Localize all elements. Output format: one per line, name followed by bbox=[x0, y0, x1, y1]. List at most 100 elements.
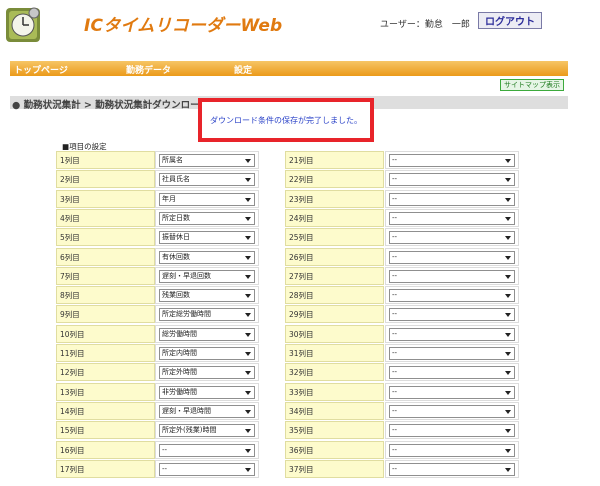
chevron-down-icon bbox=[505, 197, 511, 202]
chevron-down-icon bbox=[505, 159, 511, 163]
column-select[interactable]: 振替休日 bbox=[159, 231, 255, 245]
column-select-cell: -- bbox=[385, 170, 519, 189]
column-label: 28列目 bbox=[285, 286, 384, 305]
column-select[interactable]: -- bbox=[389, 173, 515, 187]
column-select-value: 年月 bbox=[162, 194, 176, 203]
column-select[interactable]: 年月 bbox=[159, 192, 255, 206]
column-select-cell: -- bbox=[385, 344, 519, 362]
chevron-down-icon bbox=[245, 197, 251, 202]
column-select-cell: -- bbox=[385, 363, 519, 382]
column-select[interactable]: -- bbox=[389, 327, 515, 341]
column-select[interactable]: -- bbox=[159, 443, 255, 457]
column-select[interactable]: 非労働時間 bbox=[159, 385, 255, 399]
chevron-down-icon bbox=[505, 352, 511, 356]
column-select[interactable]: -- bbox=[389, 289, 515, 303]
column-select[interactable]: 所属名 bbox=[159, 154, 255, 167]
column-select[interactable]: 遅刻・早退時間 bbox=[159, 404, 255, 418]
chevron-down-icon bbox=[505, 448, 511, 453]
column-select-value: -- bbox=[392, 310, 398, 319]
column-select-cell: 非労働時間 bbox=[155, 382, 259, 401]
column-select-cell: 所属名 bbox=[155, 151, 259, 169]
sitemap-button[interactable]: サイトマップ表示 bbox=[500, 79, 564, 91]
chevron-down-icon bbox=[505, 274, 511, 279]
nav-top-page[interactable]: トップページ bbox=[14, 63, 68, 76]
column-label: 34列目 bbox=[285, 401, 384, 420]
column-select-cell: 所定総労働時間 bbox=[155, 305, 259, 324]
column-select-cell: 所定日数 bbox=[155, 208, 259, 227]
column-label: 33列目 bbox=[285, 382, 384, 401]
column-label: 31列目 bbox=[285, 344, 384, 362]
column-select[interactable]: 総労働時間 bbox=[159, 327, 255, 341]
app-title: ICタイムリコーダーWeb bbox=[84, 16, 283, 36]
column-select-value: -- bbox=[392, 464, 398, 473]
column-label: 30列目 bbox=[285, 324, 384, 343]
column-select-value: -- bbox=[162, 464, 168, 473]
chevron-down-icon bbox=[245, 352, 251, 356]
chevron-down-icon bbox=[505, 294, 511, 299]
column-select[interactable]: -- bbox=[389, 385, 515, 399]
column-select[interactable]: -- bbox=[159, 462, 255, 476]
column-select-value: 社員氏名 bbox=[162, 175, 190, 184]
column-label: 16列目 bbox=[56, 440, 155, 459]
column-select-cell: 所定外時間 bbox=[155, 363, 259, 382]
chevron-down-icon bbox=[245, 294, 251, 299]
column-select[interactable]: 所定総労働時間 bbox=[159, 308, 255, 322]
column-select[interactable]: -- bbox=[389, 366, 515, 380]
column-select[interactable]: -- bbox=[389, 231, 515, 245]
column-select-cell: 残業回数 bbox=[155, 286, 259, 305]
chevron-down-icon bbox=[245, 255, 251, 260]
column-select[interactable]: -- bbox=[389, 308, 515, 322]
column-select-cell: 所定内時間 bbox=[155, 344, 259, 362]
column-select[interactable]: -- bbox=[389, 250, 515, 264]
column-select[interactable]: 残業回数 bbox=[159, 289, 255, 303]
chevron-down-icon bbox=[245, 429, 251, 434]
column-label: 13列目 bbox=[56, 382, 155, 401]
nav-work-data[interactable]: 勤務データ bbox=[126, 63, 171, 76]
column-select-cell: -- bbox=[385, 382, 519, 401]
column-select[interactable]: 有休回数 bbox=[159, 250, 255, 264]
column-select-value: -- bbox=[392, 213, 398, 222]
logout-button[interactable]: ログアウト bbox=[478, 12, 542, 29]
column-label: 3列目 bbox=[56, 189, 155, 208]
chevron-down-icon bbox=[245, 467, 251, 472]
column-select[interactable]: -- bbox=[389, 404, 515, 418]
nav-settings[interactable]: 設定 bbox=[234, 63, 252, 76]
column-select[interactable]: -- bbox=[389, 424, 515, 438]
column-label: 7列目 bbox=[56, 266, 155, 285]
chevron-down-icon bbox=[245, 313, 251, 318]
column-label: 5列目 bbox=[56, 228, 155, 247]
column-select-value: -- bbox=[162, 445, 168, 454]
column-select-value: -- bbox=[392, 368, 398, 377]
column-select-value: 所定日数 bbox=[162, 213, 190, 222]
column-select[interactable]: -- bbox=[389, 211, 515, 225]
chevron-down-icon bbox=[245, 178, 251, 183]
column-select-cell: 所定外(残業)時間 bbox=[155, 421, 259, 440]
chevron-down-icon bbox=[245, 216, 251, 221]
column-select[interactable]: -- bbox=[389, 347, 515, 360]
column-select[interactable]: 所定外(残業)時間 bbox=[159, 424, 255, 438]
chevron-down-icon bbox=[505, 178, 511, 183]
chevron-down-icon bbox=[245, 409, 251, 414]
column-select[interactable]: 遅刻・早退回数 bbox=[159, 269, 255, 283]
chevron-down-icon bbox=[245, 332, 251, 337]
chevron-down-icon bbox=[505, 313, 511, 318]
column-select[interactable]: 所定外時間 bbox=[159, 366, 255, 380]
column-select[interactable]: -- bbox=[389, 443, 515, 457]
column-label: 14列目 bbox=[56, 401, 155, 420]
column-select[interactable]: -- bbox=[389, 269, 515, 283]
column-label: 9列目 bbox=[56, 305, 155, 324]
column-select[interactable]: 所定日数 bbox=[159, 211, 255, 225]
column-select-value: 有休回数 bbox=[162, 252, 190, 261]
column-label: 32列目 bbox=[285, 363, 384, 382]
column-select[interactable]: -- bbox=[389, 192, 515, 206]
column-select-value: 所定外(残業)時間 bbox=[162, 426, 217, 435]
column-select[interactable]: -- bbox=[389, 154, 515, 167]
user-label: ユーザー：勤怠 一郎 bbox=[380, 20, 470, 30]
column-select-cell: -- bbox=[155, 459, 259, 478]
column-select[interactable]: 所定内時間 bbox=[159, 347, 255, 360]
column-select[interactable]: -- bbox=[389, 462, 515, 476]
chevron-down-icon bbox=[505, 409, 511, 414]
column-select-cell: 遅刻・早退回数 bbox=[155, 266, 259, 285]
column-select-value: -- bbox=[392, 194, 398, 203]
column-select[interactable]: 社員氏名 bbox=[159, 173, 255, 187]
